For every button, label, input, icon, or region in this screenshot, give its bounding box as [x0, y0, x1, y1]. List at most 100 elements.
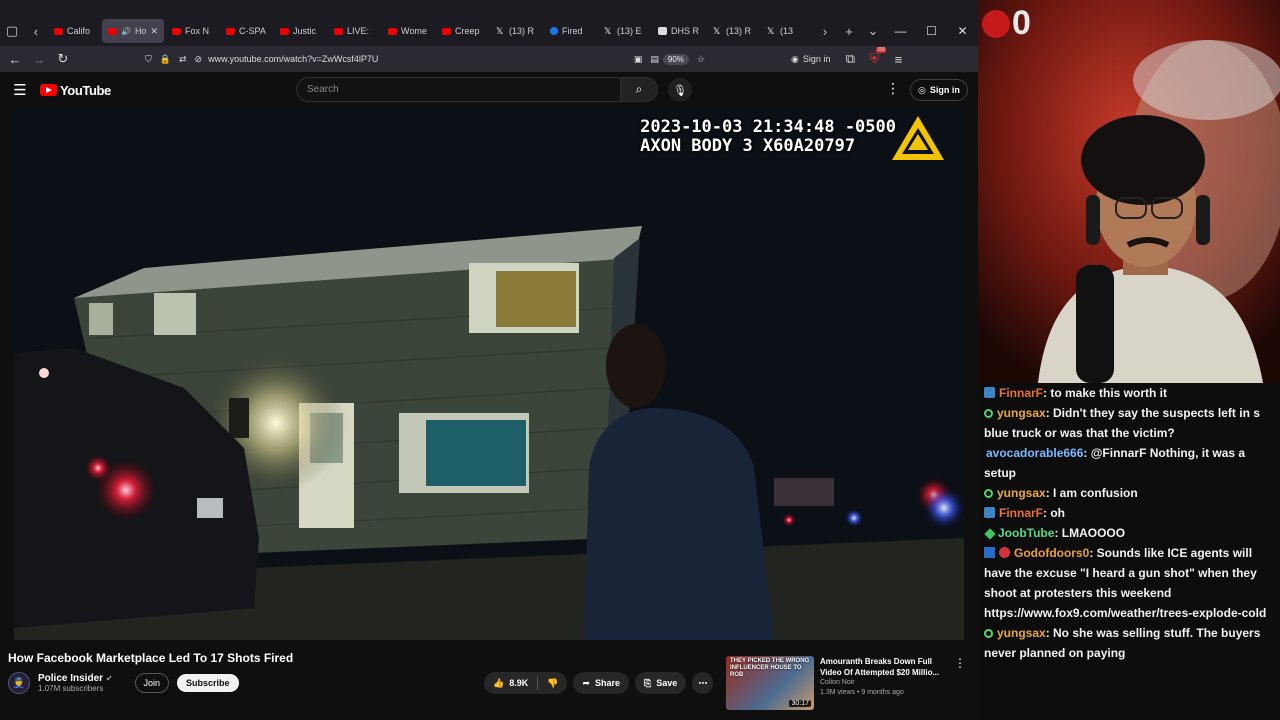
search-box: ⌕: [296, 77, 658, 102]
browser-tab[interactable]: 𝕏 (13) E: [598, 19, 650, 43]
microphone-icon[interactable]: 🎙: [668, 78, 692, 102]
guide-menu-icon[interactable]: ☰: [0, 81, 40, 99]
chat-message: yungsax: I am confusion: [984, 483, 1274, 503]
subscribe-button[interactable]: Subscribe: [177, 674, 239, 692]
recommended-channel[interactable]: Colion Noir: [820, 678, 946, 688]
youtube-icon: [53, 27, 63, 35]
chat-username[interactable]: yungsax: [997, 626, 1046, 640]
recommended-video[interactable]: THEY PICKED THE WRONG INFLUENCER HOUSE T…: [726, 656, 966, 712]
url-bar[interactable]: ⛉ 🔒 ⇄ ⊘ www.youtube.com/watch?v=ZwWcsf4l…: [145, 48, 705, 70]
channel-name[interactable]: Police Insider: [38, 673, 103, 684]
chat-message: FinnarF: to make this worth it: [984, 383, 1274, 403]
extensions-icon[interactable]: ⧉: [838, 47, 862, 71]
settings-more-icon[interactable]: ⋮: [886, 80, 900, 97]
new-tab-icon[interactable]: +: [837, 18, 861, 44]
axon-logo-icon: [892, 116, 944, 160]
back-icon[interactable]: ←: [3, 47, 27, 71]
tracking-icon[interactable]: ⊘: [195, 54, 203, 65]
tab-label: Fired: [562, 26, 583, 36]
x-icon: 𝕏: [767, 25, 775, 36]
chat-username[interactable]: FinnarF: [999, 506, 1043, 520]
tab-groups-icon[interactable]: ▢: [0, 18, 24, 44]
chat-message: Godofdoors0: Sounds like ICE agents will…: [984, 543, 1274, 623]
chat-username[interactable]: JoobTube: [998, 526, 1054, 540]
sub-badge-icon: [984, 387, 995, 398]
scroll-tabs-right-icon[interactable]: ›: [813, 18, 837, 44]
tab-label: Ho: [134, 26, 147, 36]
picture-in-picture-icon[interactable]: ▣: [634, 54, 643, 65]
video-actions: 👍 8.9K 👎 ➦ Share ⎘ Save ⋯: [484, 672, 714, 694]
browser-tab[interactable]: DHS R: [652, 19, 705, 43]
title-strip: [0, 0, 978, 16]
chat-username[interactable]: Godofdoors0: [1014, 546, 1089, 560]
permissions-icon[interactable]: ⇄: [179, 54, 187, 65]
like-icon[interactable]: 👍: [493, 678, 504, 689]
browser-tab[interactable]: C-SPA: [220, 19, 272, 43]
tab-list-chevron-down-icon[interactable]: ⌄: [861, 18, 885, 44]
browser-tab[interactable]: Fired: [544, 19, 596, 43]
url-text[interactable]: www.youtube.com/watch?v=ZwWcsf4lP7U: [208, 54, 378, 64]
chat-username[interactable]: avocadorable666: [986, 446, 1083, 460]
browser-tab[interactable]: Califo: [48, 19, 100, 43]
channel-row: 👮 Police Insider ✔ 1.07M subscribers Joi…: [8, 672, 239, 694]
video-player[interactable]: 2023-10-03 21:34:48 -0500 AXON BODY 3 X6…: [14, 108, 964, 640]
browser-tab[interactable]: Creep: [436, 19, 488, 43]
recommended-title[interactable]: Amouranth Breaks Down Full Video Of Atte…: [820, 656, 946, 678]
channel-avatar[interactable]: 👮: [8, 672, 30, 694]
dislike-icon[interactable]: 👎: [547, 678, 558, 689]
zoom-level[interactable]: 90%: [662, 53, 689, 65]
youtube-icon: [226, 27, 235, 35]
person-badge-icon: [984, 489, 993, 498]
share-button[interactable]: ➦ Share: [573, 672, 630, 694]
close-window-icon[interactable]: ✕: [947, 24, 978, 38]
browser-tab[interactable]: 𝕏 (13) R: [707, 19, 759, 43]
more-actions-icon[interactable]: ⋯: [692, 672, 714, 694]
youtube-icon: [280, 27, 289, 35]
audio-playing-icon[interactable]: 🔊: [121, 27, 131, 36]
chat-text: : LMAOOOO: [1054, 526, 1126, 540]
save-icon: ⎘: [644, 677, 652, 688]
browser-tab[interactable]: 🔊 Ho ✕: [101, 19, 164, 43]
forward-icon[interactable]: →: [27, 47, 51, 71]
youtube-icon: [172, 27, 181, 35]
minimize-icon[interactable]: —: [885, 24, 916, 38]
maximize-icon[interactable]: ☐: [916, 24, 947, 38]
recommended-thumbnail[interactable]: THEY PICKED THE WRONG INFLUENCER HOUSE T…: [726, 656, 814, 710]
browser-tab[interactable]: Justic: [274, 19, 326, 43]
bodycam-timestamp: 2023-10-03 21:34:48 -0500: [640, 117, 896, 137]
search-icon[interactable]: ⌕: [620, 77, 658, 102]
account-signin[interactable]: ◉ Sign in: [791, 54, 830, 65]
youtube-header: ☰ YouTube ⌕ 🎙 ⋮ ◎ Sign in: [0, 72, 978, 108]
chat-username[interactable]: yungsax: [997, 486, 1046, 500]
bodycam-stamp: 2023-10-03 21:34:48 -0500 AXON BODY 3 X6…: [640, 118, 896, 156]
youtube-logo[interactable]: YouTube: [40, 83, 111, 98]
bookmark-star-icon[interactable]: ☆: [697, 54, 705, 65]
save-button[interactable]: ⎘ Save: [635, 672, 687, 694]
browser-tab[interactable]: 𝕏 (13) R: [490, 19, 542, 43]
recommended-meta: 1.3M views • 9 months ago: [820, 689, 904, 696]
tab-label: (13) R: [509, 26, 535, 36]
reload-icon[interactable]: ↻: [51, 47, 75, 71]
chat-username[interactable]: yungsax: [997, 406, 1046, 420]
shield-icon[interactable]: ⛉: [145, 54, 152, 65]
like-count[interactable]: 8.9K: [509, 678, 528, 688]
overlay-count: 0: [1012, 4, 1031, 42]
browser-tab[interactable]: Fox N: [166, 19, 218, 43]
reader-view-icon[interactable]: ▤: [650, 54, 659, 65]
recommended-more-icon[interactable]: ⋮: [954, 656, 966, 712]
like-divider: [537, 676, 539, 690]
x-icon: 𝕏: [604, 25, 612, 36]
join-button[interactable]: Join: [134, 673, 170, 693]
browser-tab[interactable]: 𝕏 (13: [761, 19, 813, 43]
youtube-signin-button[interactable]: ◎ Sign in: [910, 79, 968, 101]
adblock-extension-icon[interactable]: ⛨ 390: [862, 47, 887, 71]
close-tab-icon[interactable]: ✕: [150, 26, 158, 37]
browser-tab[interactable]: LIVE:: [328, 19, 380, 43]
chat-text: : oh: [1043, 506, 1065, 520]
browser-tab[interactable]: Wome: [382, 19, 434, 43]
menu-icon[interactable]: ≡: [886, 47, 910, 71]
person-badge-icon: [984, 629, 993, 638]
chat-username[interactable]: FinnarF: [999, 386, 1043, 400]
search-input[interactable]: [296, 77, 620, 102]
scroll-tabs-left-icon[interactable]: ‹: [24, 18, 48, 44]
